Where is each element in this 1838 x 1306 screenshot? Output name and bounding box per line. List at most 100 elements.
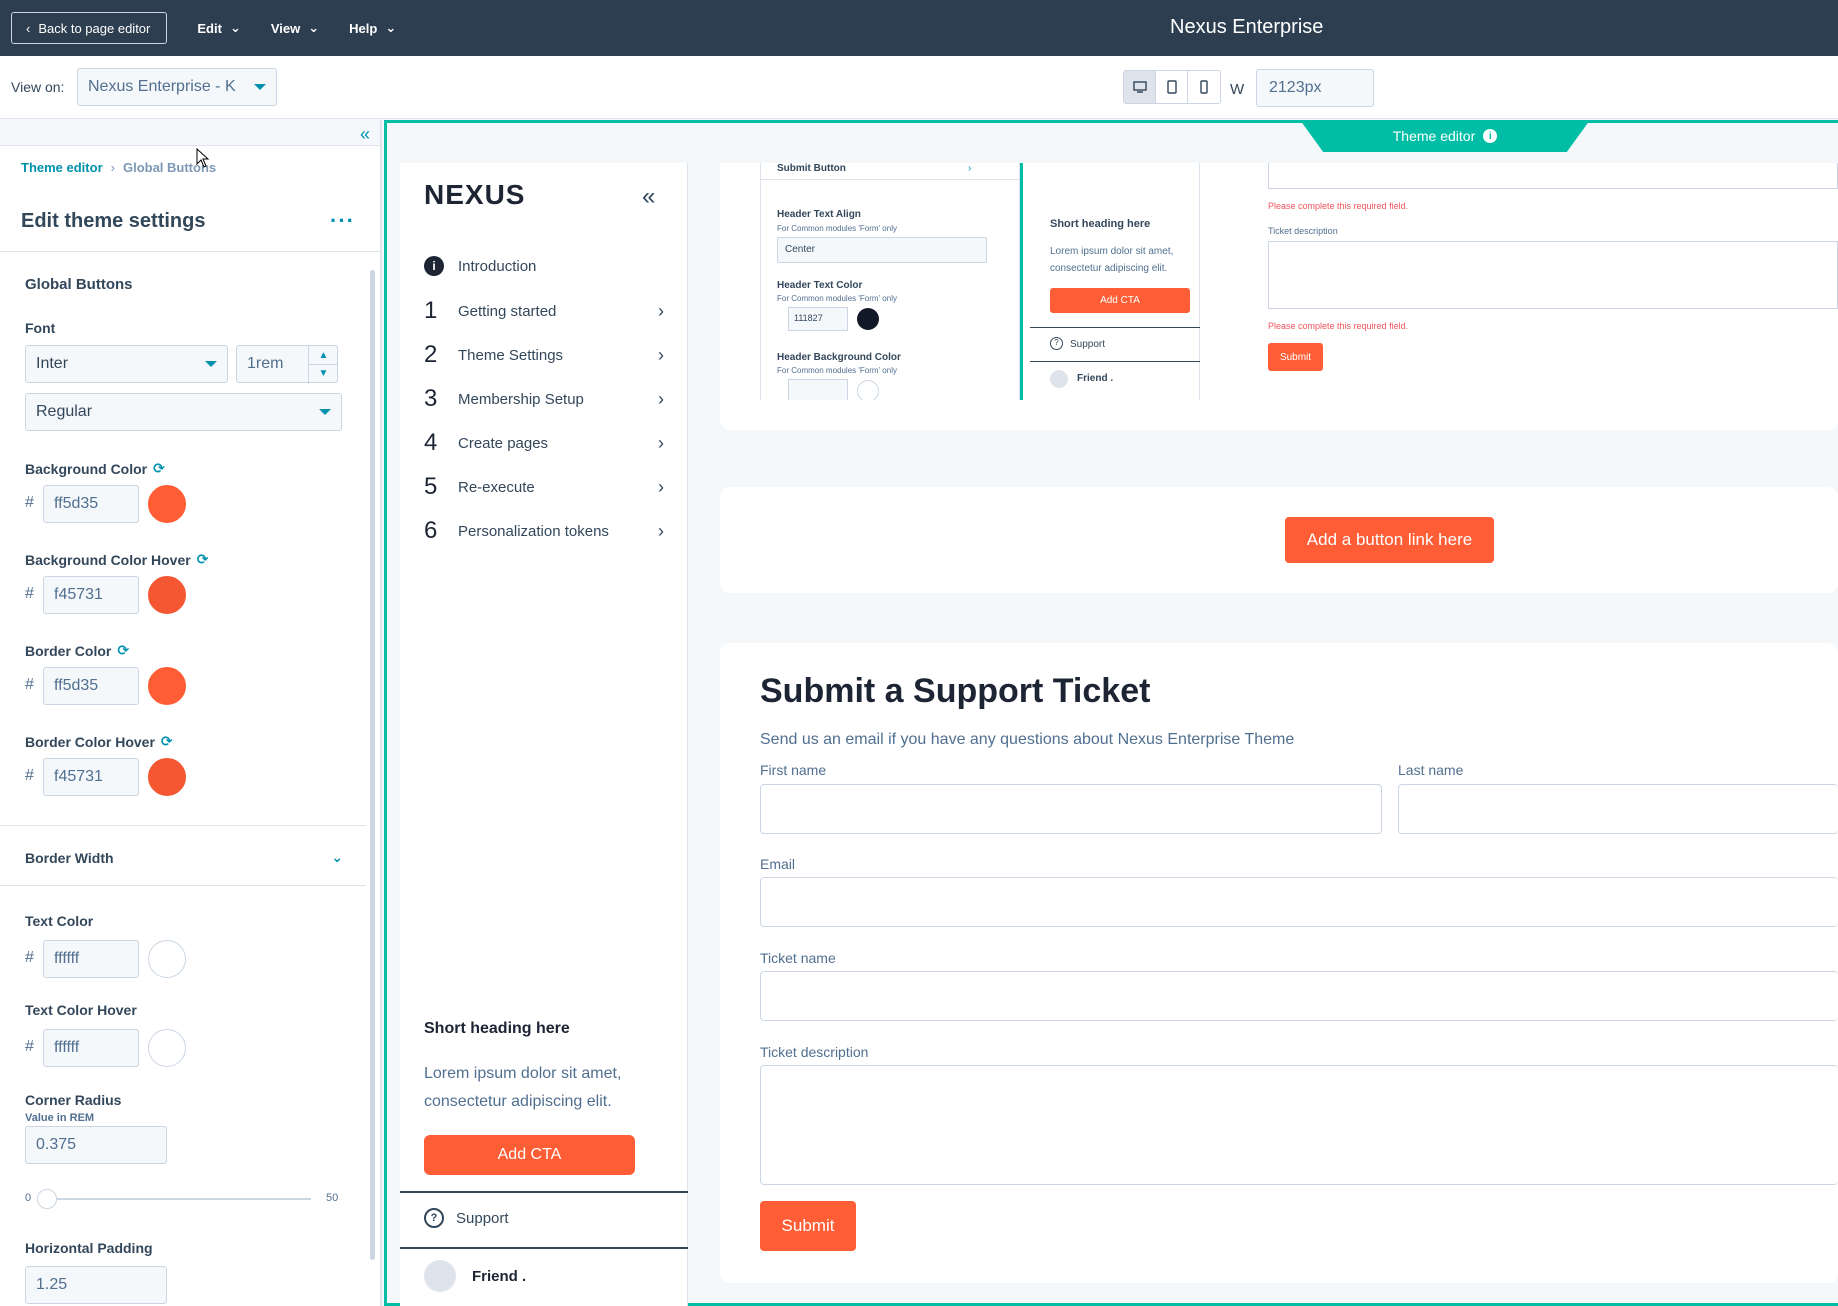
- corner-radius-input[interactable]: 0.375: [25, 1126, 167, 1164]
- view-bar: View on: Nexus Enterprise - K W 2123px: [0, 56, 1838, 119]
- user-name: Friend .: [472, 1267, 527, 1285]
- device-switcher: [1123, 70, 1221, 104]
- width-label: W: [1230, 81, 1245, 98]
- text-hover-input[interactable]: ffffff: [43, 1029, 139, 1067]
- corner-radius-slider-track[interactable]: [46, 1198, 311, 1200]
- nav-item-membership-setup[interactable]: 3 Membership Setup ›: [424, 385, 664, 413]
- collapse-sidebar-icon[interactable]: «: [642, 183, 655, 211]
- chevron-left-icon: ‹: [26, 20, 31, 36]
- mouse-cursor-icon: [196, 148, 210, 168]
- chevron-down-icon: ⌄: [385, 20, 397, 35]
- background-color-label-text: Background Color: [25, 460, 148, 477]
- refresh-icon[interactable]: ⟳: [197, 551, 209, 568]
- top-bar: ‹ Back to page editor Edit ⌄ View ⌄ Help ⌄ …: [0, 0, 1838, 56]
- mobile-view-button[interactable]: [1188, 71, 1220, 103]
- form-subtitle: Send us an email if you have any questio…: [760, 731, 1295, 748]
- font-size-stepper[interactable]: ▲ ▼: [308, 346, 338, 384]
- corner-radius-slider-handle[interactable]: [37, 1189, 57, 1209]
- background-hover-input[interactable]: f45731: [43, 576, 139, 614]
- font-family-select[interactable]: Inter: [25, 345, 228, 383]
- background-color-input[interactable]: ff5d35: [43, 485, 139, 523]
- more-options-icon[interactable]: ···: [330, 208, 355, 234]
- nav-label: Getting started: [458, 302, 557, 320]
- nav-label: Re-execute: [458, 478, 535, 496]
- back-to-page-editor-button[interactable]: ‹ Back to page editor: [11, 12, 168, 44]
- text-color-label: Text Color: [25, 913, 94, 929]
- last-name-input[interactable]: [1398, 784, 1838, 834]
- slider-min: 0: [25, 1192, 32, 1204]
- nav-item-re-execute[interactable]: 5 Re-execute ›: [424, 473, 664, 501]
- border-width-toggle[interactable]: Border Width ⌄: [25, 849, 343, 866]
- text-color-input[interactable]: ffffff: [43, 940, 139, 978]
- collapse-panel-icon[interactable]: «: [360, 124, 370, 145]
- divider: [400, 1247, 688, 1249]
- support-link[interactable]: ? Support: [424, 1208, 509, 1228]
- sidebar-short-heading: Short heading here: [424, 1020, 570, 1037]
- nav-number: 3: [424, 385, 438, 412]
- chevron-right-icon: ›: [658, 344, 664, 365]
- border-color-input[interactable]: ff5d35: [43, 667, 139, 705]
- info-icon[interactable]: i: [1483, 129, 1498, 143]
- refresh-icon[interactable]: ⟳: [117, 642, 129, 659]
- font-weight-value: Regular: [36, 403, 93, 420]
- hash-symbol: #: [25, 676, 34, 693]
- nav-number: 4: [424, 429, 438, 456]
- user-profile[interactable]: Friend .: [424, 1260, 526, 1292]
- breadcrumb-theme-editor[interactable]: Theme editor: [21, 160, 103, 175]
- nav-number: 5: [424, 473, 438, 500]
- docs-sidebar: NEXUS « i Introduction 1 Getting started…: [400, 163, 688, 1306]
- view-on-label: View on:: [11, 79, 65, 95]
- background-color-label: Background Color ⟳: [25, 460, 165, 477]
- content-card-top: [720, 400, 1838, 430]
- nav-item-personalization-tokens[interactable]: 6 Personalization tokens ›: [424, 517, 664, 545]
- mini-submit-button-label: Submit Button: [777, 163, 846, 174]
- add-button-link[interactable]: Add a button link here: [1285, 517, 1494, 563]
- nexus-logo[interactable]: NEXUS: [424, 179, 525, 211]
- menu-help[interactable]: Help ⌄: [349, 20, 396, 36]
- border-color-swatch[interactable]: [148, 667, 186, 705]
- mini-support: Support: [1070, 339, 1106, 350]
- ticket-name-input[interactable]: [760, 971, 1838, 1021]
- refresh-icon[interactable]: ⟳: [153, 460, 165, 477]
- text-color-swatch[interactable]: [148, 940, 186, 978]
- increment-icon[interactable]: ▲: [309, 346, 338, 364]
- last-name-label: Last name: [1398, 762, 1464, 778]
- background-color-swatch[interactable]: [148, 485, 186, 523]
- menu-edit[interactable]: Edit ⌄: [197, 20, 240, 36]
- sidebar-add-cta-button[interactable]: Add CTA: [424, 1135, 635, 1175]
- border-hover-swatch[interactable]: [148, 758, 186, 796]
- width-input[interactable]: 2123px: [1256, 69, 1374, 107]
- nav-item-create-pages[interactable]: 4 Create pages ›: [424, 429, 664, 457]
- font-label: Font: [25, 320, 56, 336]
- first-name-label: First name: [760, 762, 827, 778]
- form-title: Submit a Support Ticket: [760, 672, 1151, 710]
- panel-scrollbar[interactable]: [370, 270, 375, 1260]
- refresh-icon[interactable]: ⟳: [161, 733, 173, 750]
- border-hover-label: Border Color Hover ⟳: [25, 733, 173, 750]
- caret-down-icon: [254, 84, 266, 90]
- chevron-right-icon: ›: [658, 520, 664, 541]
- submit-button[interactable]: Submit: [760, 1201, 856, 1251]
- horizontal-padding-input[interactable]: 1.25: [25, 1266, 167, 1304]
- ticket-description-textarea[interactable]: [760, 1065, 1838, 1185]
- border-hover-input[interactable]: f45731: [43, 758, 139, 796]
- help-icon: ?: [1050, 337, 1063, 350]
- embedded-screenshot: Submit Button › Header Text Align For Co…: [720, 163, 1838, 407]
- text-hover-swatch[interactable]: [148, 1029, 186, 1067]
- font-weight-select[interactable]: Regular: [25, 393, 342, 431]
- nav-item-introduction[interactable]: i Introduction: [424, 256, 664, 276]
- decrement-icon[interactable]: ▼: [309, 364, 338, 382]
- nav-item-getting-started[interactable]: 1 Getting started ›: [424, 297, 664, 325]
- theme-editor-tab[interactable]: Theme editor i: [1300, 120, 1590, 152]
- background-hover-swatch[interactable]: [148, 576, 186, 614]
- panel-collapse-bar: «: [0, 120, 380, 146]
- menu-view[interactable]: View ⌄: [271, 20, 319, 36]
- first-name-input[interactable]: [760, 784, 1382, 834]
- nav-item-theme-settings[interactable]: 2 Theme Settings ›: [424, 341, 664, 369]
- hash-symbol: #: [25, 949, 34, 966]
- email-input[interactable]: [760, 877, 1838, 927]
- view-on-select[interactable]: Nexus Enterprise - K: [77, 68, 277, 106]
- desktop-view-button[interactable]: [1124, 71, 1156, 103]
- tablet-view-button[interactable]: [1156, 71, 1188, 103]
- mini-error-text: Please complete this required field.: [1268, 201, 1409, 211]
